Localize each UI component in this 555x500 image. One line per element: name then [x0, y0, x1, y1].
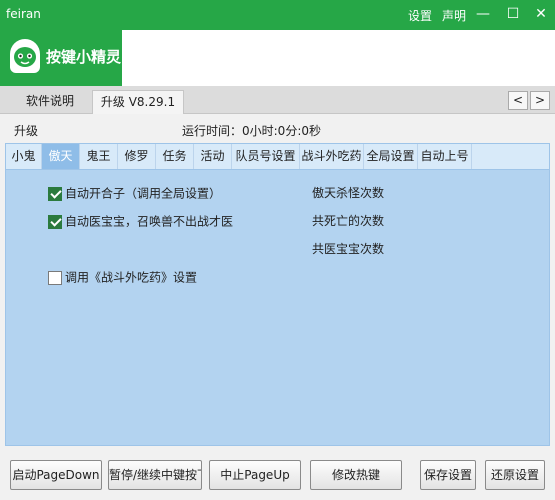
tab-teammate-settings[interactable]: 队员号设置 — [232, 144, 300, 169]
tab-tasks[interactable]: 任务 — [156, 144, 194, 169]
statement-link[interactable]: 声明 — [442, 7, 466, 24]
tab-upgrade[interactable]: 升级 V8.29.1 — [92, 90, 184, 114]
chevron-left-icon[interactable]: < — [508, 91, 528, 110]
tab-software-info[interactable]: 软件说明 — [14, 90, 86, 114]
stat-kill-count: 傲天杀怪次数 — [312, 186, 385, 200]
stat-death-count: 共死亡的次数 — [312, 214, 385, 228]
tab-aotian[interactable]: 傲天 — [42, 144, 80, 169]
chevron-right-icon[interactable]: > — [530, 91, 550, 110]
maximize-icon[interactable]: ☐ — [499, 2, 527, 26]
checkbox-checked-icon[interactable] — [48, 186, 62, 201]
modify-hotkey-button[interactable]: 修改热键 — [310, 460, 402, 490]
checkbox-unchecked-icon[interactable] — [48, 270, 62, 285]
title-bar: feiran 设置 声明 — ☐ ✕ — [0, 0, 555, 28]
checkbox-checked-icon[interactable] — [48, 214, 62, 229]
runtime-label: 运行时间：0小时:0分:0秒 — [182, 124, 321, 138]
tab-content-panel: 自动开合子（调用全局设置） 自动医宝宝，召唤兽不出战才医 调用《战斗外吃药》设置… — [5, 170, 550, 446]
save-settings-button[interactable]: 保存设置 — [420, 460, 476, 490]
tab-events[interactable]: 活动 — [194, 144, 232, 169]
window-title: feiran — [6, 7, 41, 21]
tab-guiwang[interactable]: 鬼王 — [80, 144, 118, 169]
outer-tab-bar: 软件说明 升级 V8.29.1 < > — [0, 86, 555, 114]
tab-global-settings[interactable]: 全局设置 — [364, 144, 418, 169]
app-header: 按键小精灵 — [0, 28, 555, 86]
auto-open-box-checkbox[interactable]: 自动开合子（调用全局设置） — [48, 185, 221, 203]
tab-xiaogui[interactable]: 小鬼 — [6, 144, 42, 169]
use-medicine-settings-checkbox[interactable]: 调用《战斗外吃药》设置 — [48, 269, 197, 287]
tab-xiuluo[interactable]: 修罗 — [118, 144, 156, 169]
close-icon[interactable]: ✕ — [527, 2, 555, 26]
restore-settings-button[interactable]: 还原设置 — [485, 460, 545, 490]
option-label: 调用《战斗外吃药》设置 — [65, 270, 198, 285]
logo-text: 按键小精灵 — [46, 48, 122, 66]
inner-tab-bar: 小鬼 傲天 鬼王 修罗 任务 活动 队员号设置 战斗外吃药 全局设置 自动上号 — [5, 143, 550, 170]
auto-heal-pet-checkbox[interactable]: 自动医宝宝，召唤兽不出战才医 — [48, 213, 233, 231]
settings-link[interactable]: 设置 — [408, 7, 432, 24]
start-button[interactable]: 启动PageDown — [10, 460, 102, 490]
main-area: 升级 运行时间：0小时:0分:0秒 小鬼 傲天 鬼王 修罗 任务 活动 队员号设… — [0, 114, 555, 500]
tab-auto-login[interactable]: 自动上号 — [418, 144, 472, 169]
status-label: 升级 — [14, 124, 39, 138]
logo-icon — [10, 39, 40, 73]
option-label: 自动医宝宝，召唤兽不出战才医 — [65, 214, 234, 229]
stat-heal-count: 共医宝宝次数 — [312, 242, 385, 256]
minimize-icon[interactable]: — — [469, 2, 497, 26]
pause-resume-button[interactable]: 暂停/继续中键按下 — [108, 460, 202, 490]
header-blank-panel — [122, 30, 555, 86]
option-label: 自动开合子（调用全局设置） — [65, 186, 222, 201]
tab-out-of-battle-medicine[interactable]: 战斗外吃药 — [300, 144, 364, 169]
stop-button[interactable]: 中止PageUp — [209, 460, 301, 490]
